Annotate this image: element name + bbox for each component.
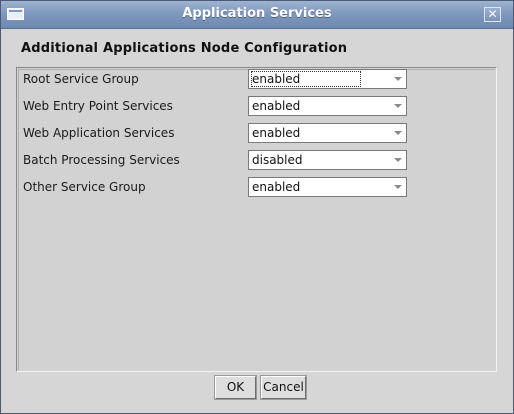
batch-processing-services-value: disabled [252,153,303,167]
web-application-services-value: enabled [252,126,301,140]
services-panel: Root Service Group enabled Web Entry Poi… [16,67,497,372]
chevron-down-icon[interactable] [390,97,406,115]
other-service-group-value: enabled [252,180,301,194]
root-service-group-value: enabled [250,71,362,87]
chevron-down-icon[interactable] [390,70,406,88]
web-application-services-label: Web Application Services [23,126,175,140]
cancel-button[interactable]: Cancel [260,375,307,400]
root-service-group-label: Root Service Group [23,72,139,86]
web-entry-point-services-select[interactable]: enabled [248,96,407,116]
service-row-other: Other Service Group enabled [17,176,496,198]
service-row-batch: Batch Processing Services disabled [17,149,496,171]
web-entry-point-services-value: enabled [252,99,301,113]
service-row-root: Root Service Group enabled [17,68,496,90]
close-icon[interactable]: ✕ [484,7,501,22]
page-title: Additional Applications Node Configurati… [21,41,348,56]
other-service-group-select[interactable]: enabled [248,177,407,197]
batch-processing-services-select[interactable]: disabled [248,150,407,170]
ok-button[interactable]: OK [214,375,257,400]
chevron-down-icon[interactable] [390,124,406,142]
web-entry-point-services-label: Web Entry Point Services [23,99,173,113]
root-service-group-select[interactable]: enabled [248,69,407,89]
title-bar[interactable]: Application Services ✕ [1,1,513,29]
application-services-window: Application Services ✕ Additional Applic… [0,0,514,414]
chevron-down-icon[interactable] [390,178,406,196]
service-row-web-entry: Web Entry Point Services enabled [17,95,496,117]
service-row-web-application: Web Application Services enabled [17,122,496,144]
window-title: Application Services [182,6,332,21]
other-service-group-label: Other Service Group [23,180,146,194]
web-application-services-select[interactable]: enabled [248,123,407,143]
chevron-down-icon[interactable] [390,151,406,169]
batch-processing-services-label: Batch Processing Services [23,153,180,167]
